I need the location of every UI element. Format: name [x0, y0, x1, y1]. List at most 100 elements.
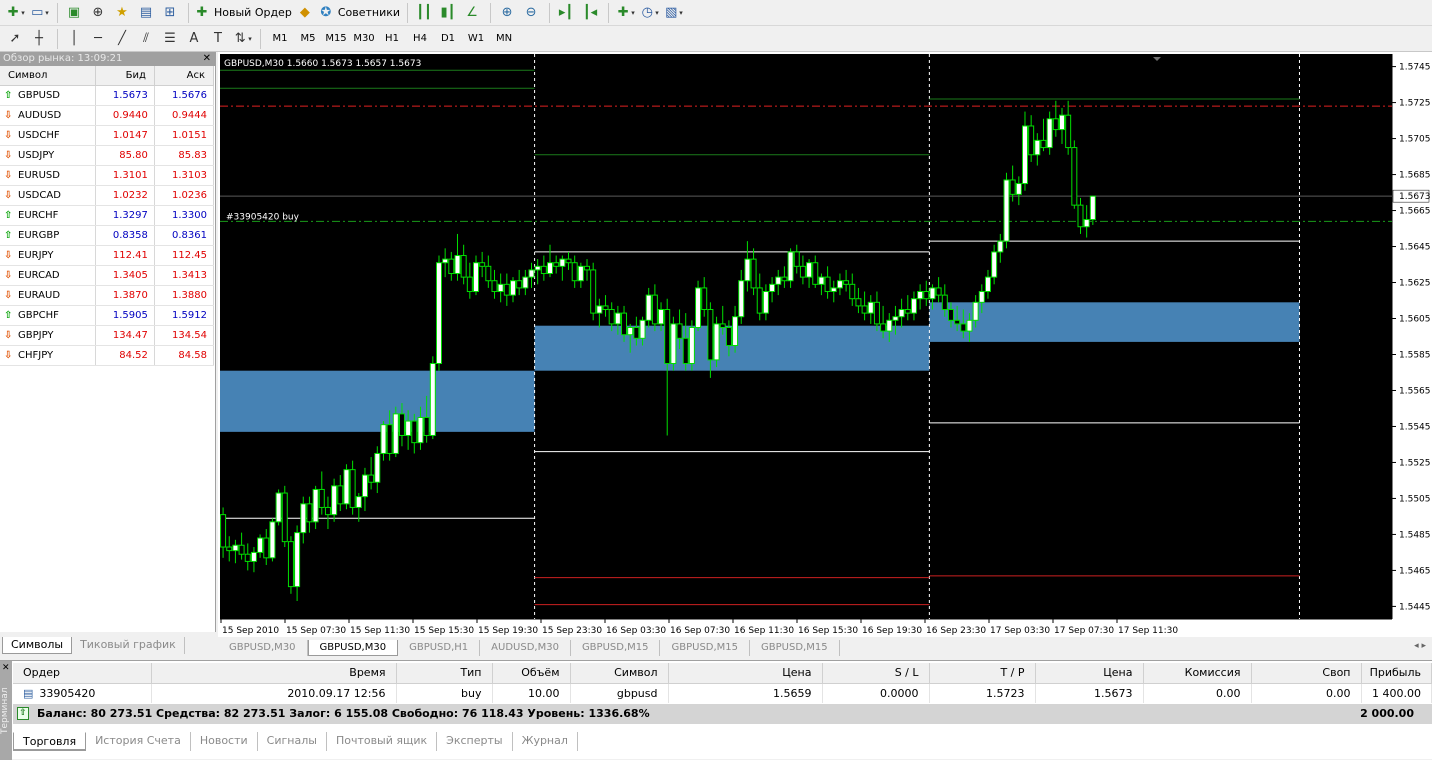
market-watch-row[interactable]: ⇩ EURCAD 1.3405 1.3413 [0, 265, 215, 286]
zoom-out-button[interactable]: ⊖ [520, 2, 542, 24]
market-watch-row[interactable]: ⇩ EURJPY 112.41 112.45 [0, 245, 215, 266]
periods-button[interactable]: ◷ ▾ [638, 2, 660, 24]
market-watch-row[interactable]: ⇧ EURGBP 0.8358 0.8361 [0, 225, 215, 246]
timeframe-h1[interactable]: H1 [378, 28, 406, 50]
column-header[interactable]: Прибыль [1361, 663, 1432, 684]
column-header[interactable]: Цена [668, 663, 823, 684]
candle-chart-button[interactable]: ▮┃ [437, 2, 459, 24]
terminal-tab[interactable]: Эксперты [437, 732, 513, 751]
templates-button[interactable]: ▧ ▾ [662, 2, 684, 24]
text-tool[interactable]: A [183, 28, 205, 50]
terminal-tab[interactable]: Новости [191, 732, 258, 751]
column-header[interactable]: Объём [492, 663, 571, 684]
chart-tab[interactable]: GBPUSD,M15 [750, 640, 840, 656]
terminal-button[interactable]: ▤ [135, 2, 157, 24]
crosshair-tool[interactable]: ┼ [28, 28, 50, 50]
line-chart-button[interactable]: ∠ [461, 2, 483, 24]
tab-symbols[interactable]: Символы [2, 637, 73, 654]
candle-body [1028, 125, 1035, 156]
column-header-ask[interactable]: Аск [154, 66, 215, 86]
trendline-icon: ╱ [118, 30, 126, 46]
market-watch-row[interactable]: ⇩ EURUSD 1.3101 1.3103 [0, 165, 215, 186]
ask-cell: 0.9444 [154, 105, 215, 126]
order-label: #33905420 buy [226, 212, 300, 222]
market-watch-row[interactable]: ⇩ AUDUSD 0.9440 0.9444 [0, 105, 215, 126]
price-chart[interactable]: 1.5745 1.5725 1.5705 1.5685 1.5665 1.5645 1.56… [220, 54, 1430, 637]
terminal-tab[interactable]: Журнал [513, 732, 578, 751]
trendline-tool[interactable]: ╱ [111, 28, 133, 50]
market-watch-row[interactable]: ⇩ USDJPY 85.80 85.83 [0, 145, 215, 166]
timeframe-h4[interactable]: H4 [406, 28, 434, 50]
column-header[interactable]: Комиссия [1143, 663, 1252, 684]
candle-body [836, 280, 843, 289]
chart-tab[interactable]: GBPUSD,M15 [660, 640, 751, 656]
table-row[interactable]: ▤ 33905420 2010.09.17 12:56 buy 10.00 gbp… [13, 683, 1432, 703]
new-order-button[interactable]: ✚ Новый Ордер [194, 2, 292, 24]
label-tool[interactable]: T [207, 28, 229, 50]
column-header[interactable]: Ордер [13, 663, 152, 684]
column-header[interactable]: Символ [570, 663, 669, 684]
timeframe-m5[interactable]: M5 [294, 28, 322, 50]
column-header[interactable]: Своп [1251, 663, 1362, 684]
arrows-tool[interactable]: ⇅ ▾ [231, 28, 253, 50]
column-header[interactable]: Тип [396, 663, 493, 684]
market-watch-row[interactable]: ⇩ USDCHF 1.0147 1.0151 [0, 125, 215, 146]
candle-body [423, 416, 430, 436]
terminal-tab[interactable]: Торговля [13, 732, 87, 751]
horizontal-line-tool[interactable]: ─ [87, 28, 109, 50]
fibo-tool[interactable]: ☰ [159, 28, 181, 50]
terminal-tab[interactable]: История Счета [86, 732, 191, 751]
chart-shift-button[interactable]: ┃◂ [579, 2, 601, 24]
timeframe-d1[interactable]: D1 [434, 28, 462, 50]
chart-tab[interactable]: GBPUSD,M30 [218, 640, 308, 656]
market-watch-button[interactable]: ▣ [63, 2, 85, 24]
navigator-button[interactable]: ★ [111, 2, 133, 24]
market-watch-row[interactable]: ⇧ EURCHF 1.3297 1.3300 [0, 205, 215, 226]
market-watch-row[interactable]: ⇩ GBPJPY 134.47 134.54 [0, 325, 215, 346]
symbol-cell: ⇩ CHFJPY [0, 345, 96, 366]
cursor-tool[interactable]: ➚ [4, 28, 26, 50]
column-header[interactable]: Время [151, 663, 397, 684]
timeframe-m1[interactable]: M1 [266, 28, 294, 50]
column-header[interactable]: T / P [929, 663, 1036, 684]
symbol-name: CHFJPY [18, 349, 54, 361]
timeframe-w1[interactable]: W1 [462, 28, 490, 50]
terminal-tab[interactable]: Почтовый ящик [327, 732, 438, 751]
channel-tool[interactable]: ⫽ [135, 28, 157, 50]
auto-scroll-button[interactable]: ▸┃ [555, 2, 577, 24]
market-watch-row[interactable]: ⇩ CHFJPY 84.52 84.58 [0, 345, 215, 366]
tab-scroll-icon[interactable]: ◂ ▸ [1414, 641, 1426, 651]
bar-chart-button[interactable]: ┃┃ [413, 2, 435, 24]
data-window-button[interactable]: ⊕ [87, 2, 109, 24]
vertical-line-tool[interactable]: │ [63, 28, 85, 50]
metaeditor-button[interactable]: ◆ [294, 2, 316, 24]
terminal-tabs: Торговля История Счета Новости Сигналы Почто… [13, 732, 578, 752]
tester-button[interactable]: ⊞ [159, 2, 181, 24]
chart-tab[interactable]: GBPUSD,M15 [571, 640, 661, 656]
chart-tab[interactable]: GBPUSD,M30 [307, 640, 399, 656]
timeframe-mn[interactable]: MN [490, 28, 518, 50]
candle-body [479, 262, 486, 267]
column-header-symbol[interactable]: Символ [0, 66, 96, 86]
market-watch-row[interactable]: ⇩ USDCAD 1.0232 1.0236 [0, 185, 215, 206]
new-chart-button[interactable]: ✚ ▾ [4, 2, 26, 24]
market-watch-row[interactable]: ⇩ EURAUD 1.3870 1.3880 [0, 285, 215, 306]
advisors-button[interactable]: ✪ Советники [318, 2, 400, 24]
profiles-button[interactable]: ▭ ▾ [28, 2, 50, 24]
symbol-cell: ⇧ EURGBP [0, 225, 96, 246]
chart-tab[interactable]: GBPUSD,H1 [398, 640, 481, 656]
terminal-tab[interactable]: Сигналы [258, 732, 327, 751]
market-watch-row[interactable]: ⇧ GBPUSD 1.5673 1.5676 [0, 85, 215, 106]
indicators-button[interactable]: ✚ ▾ [614, 2, 636, 24]
column-header-bid[interactable]: Бид [95, 66, 155, 86]
close-icon[interactable]: ✕ [2, 663, 10, 673]
column-header[interactable]: Цена [1035, 663, 1144, 684]
market-watch-row[interactable]: ⇧ GBPCHF 1.5905 1.5912 [0, 305, 215, 326]
zoom-in-button[interactable]: ⊕ [496, 2, 518, 24]
timeframe-m30[interactable]: M30 [350, 28, 378, 50]
column-header[interactable]: S / L [822, 663, 930, 684]
chart-tab[interactable]: AUDUSD,M30 [480, 640, 571, 656]
tab-tick-chart[interactable]: Тиковый график [72, 637, 185, 654]
timeframe-m15[interactable]: M15 [322, 28, 350, 50]
close-icon[interactable]: ✕ [203, 52, 211, 66]
